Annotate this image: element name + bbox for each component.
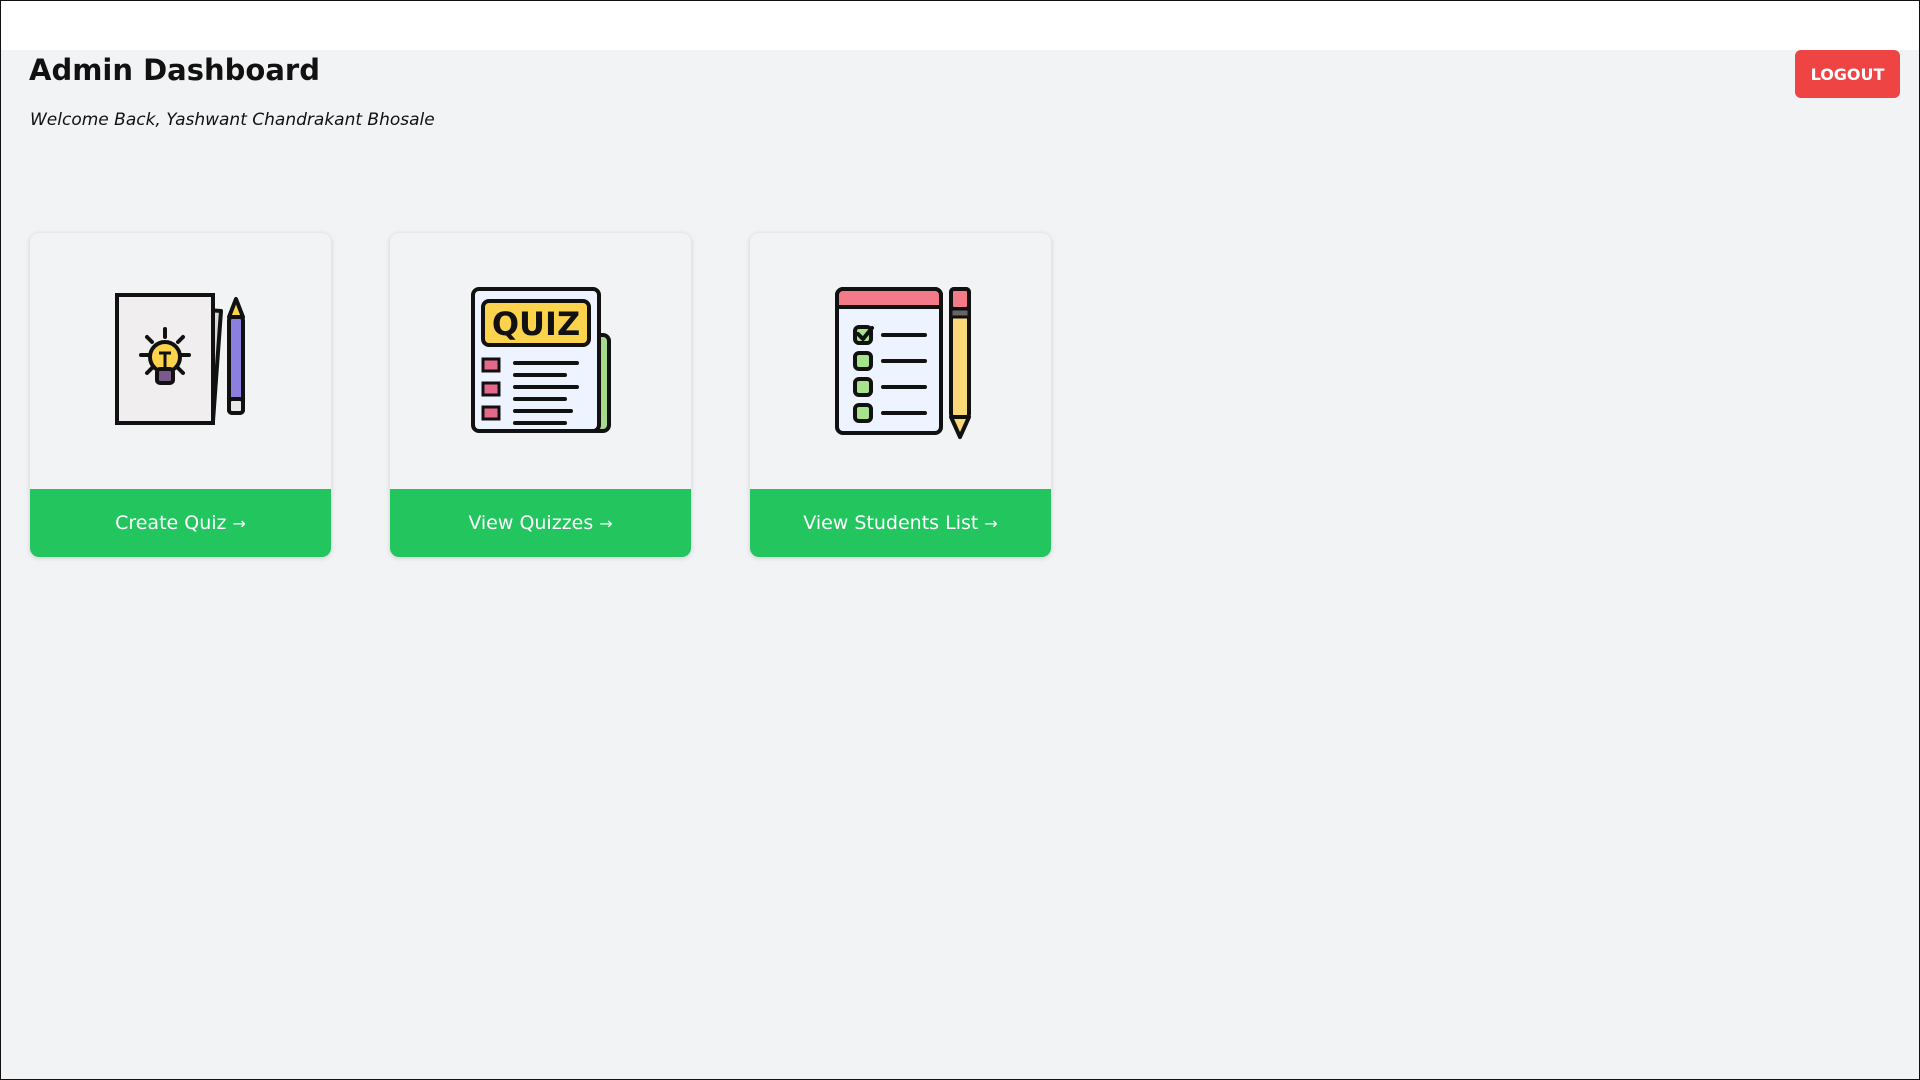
create-quiz-label: Create Quiz — [115, 512, 227, 534]
quiz-paper-icon: QUIZ — [470, 287, 611, 433]
view-quizzes-button[interactable]: View Quizzes → — [390, 489, 691, 557]
svg-text:QUIZ: QUIZ — [491, 305, 579, 343]
checklist-icon — [834, 287, 971, 439]
logout-button[interactable]: LOGOUT — [1795, 50, 1900, 98]
create-quiz-button[interactable]: Create Quiz → — [30, 489, 331, 557]
dashboard-main — [1, 50, 1919, 1079]
quiz-idea-icon — [114, 293, 245, 425]
view-students-label: View Students List — [803, 512, 979, 534]
top-bar — [1, 1, 1919, 50]
card-image — [750, 233, 1051, 489]
arrow-right-icon: → — [599, 513, 613, 533]
card-image — [30, 233, 331, 489]
view-quizzes-label: View Quizzes — [468, 512, 594, 534]
arrow-right-icon: → — [984, 513, 998, 533]
view-quizzes-card[interactable]: QUIZ View Quizzes → — [390, 233, 691, 557]
welcome-message: Welcome Back, Yashwant Chandrakant Bhosa… — [30, 110, 435, 130]
create-quiz-card[interactable]: Create Quiz → — [30, 233, 331, 557]
view-students-button[interactable]: View Students List → — [750, 489, 1051, 557]
view-students-card[interactable]: View Students List → — [750, 233, 1051, 557]
page-title: Admin Dashboard — [29, 53, 320, 87]
card-image: QUIZ — [390, 233, 691, 489]
arrow-right-icon: → — [232, 513, 246, 533]
